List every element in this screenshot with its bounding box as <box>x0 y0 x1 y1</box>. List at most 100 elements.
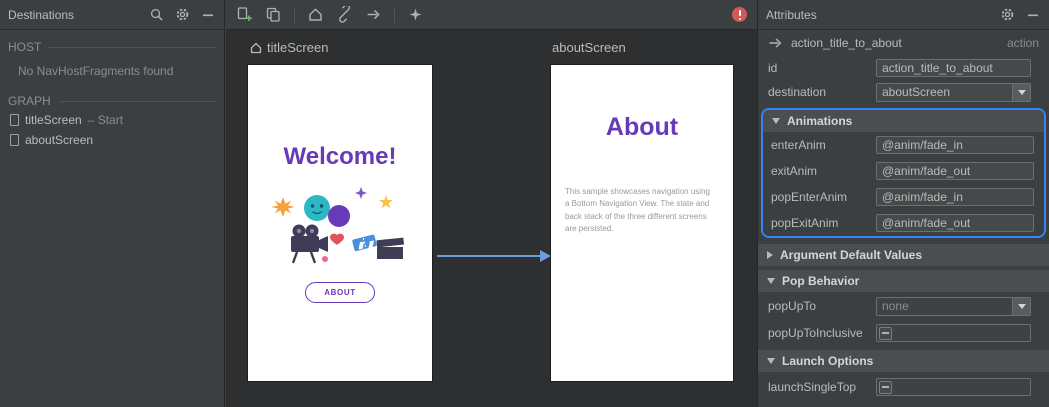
search-icon[interactable] <box>148 7 164 23</box>
enteranim-row: enterAnim <box>763 132 1044 158</box>
action-type: action <box>1006 36 1039 50</box>
auto-arrange-icon[interactable] <box>407 6 424 23</box>
titlescreen-preview[interactable]: Welcome! ABOUT <box>248 65 432 381</box>
start-home-icon <box>250 42 262 53</box>
aboutscreen-preview[interactable]: About This sample showcases navigation u… <box>551 65 733 381</box>
attributes-header-icons <box>999 7 1041 23</box>
animations-section-header[interactable]: Animations <box>763 110 1044 132</box>
popuptoinclusive-row: popUpToInclusive <box>758 320 1049 346</box>
popenteranim-row: popEnterAnim <box>763 184 1044 210</box>
indeterminate-dash <box>882 386 889 388</box>
expand-triangle-icon <box>767 251 773 259</box>
popexitanim-input[interactable] <box>876 214 1034 232</box>
launch-options-section-header[interactable]: Launch Options <box>758 350 1049 372</box>
about-heading: About <box>605 113 679 141</box>
destination-row: destination aboutScreen <box>758 80 1049 104</box>
indeterminate-checkbox[interactable] <box>879 326 892 340</box>
id-row: id <box>758 56 1049 80</box>
chevron-down-icon <box>1012 83 1030 101</box>
collapse-triangle-icon <box>767 278 775 284</box>
launchsingletop-label: launchSingleTop <box>768 380 857 394</box>
argument-defaults-section-header[interactable]: Argument Default Values <box>758 244 1049 266</box>
popexitanim-label: popExitAnim <box>771 216 839 230</box>
titlescreen-label[interactable]: titleScreen <box>250 40 328 55</box>
exitanim-label: exitAnim <box>771 164 818 178</box>
collapse-triangle-icon <box>767 358 775 364</box>
chevron-down-icon <box>1012 297 1030 315</box>
minimize-icon[interactable] <box>200 7 216 23</box>
duplicate-icon[interactable] <box>265 6 282 23</box>
action-name: action_title_to_about <box>791 36 902 50</box>
id-input[interactable] <box>876 59 1031 77</box>
action-arrow-icon[interactable] <box>365 6 382 23</box>
graph-rule <box>58 100 216 102</box>
gear-icon[interactable] <box>999 7 1015 23</box>
popuptoinclusive-field[interactable] <box>876 324 1031 342</box>
deep-link-icon[interactable] <box>336 6 353 23</box>
home-icon[interactable] <box>307 6 324 23</box>
attributes-panel: Attributes action_title_to_about action … <box>757 0 1049 407</box>
popupto-dropdown[interactable]: none <box>876 296 1031 316</box>
popenteranim-input[interactable] <box>876 188 1034 206</box>
id-label: id <box>768 61 778 75</box>
toolbar-separator <box>294 6 295 23</box>
destination-dropdown[interactable]: aboutScreen <box>876 82 1031 102</box>
navigation-editor: Destinations HOST No NavHostFragments fo… <box>0 0 1049 407</box>
about-button[interactable]: ABOUT <box>305 282 375 303</box>
popenteranim-label: popEnterAnim <box>771 190 848 204</box>
selected-action-row: action_title_to_about action <box>758 30 1049 56</box>
minimize-icon[interactable] <box>1025 7 1041 23</box>
attributes-title: Attributes <box>766 7 817 22</box>
aboutscreen-label-text: aboutScreen <box>552 40 626 55</box>
popexitanim-row: popExitAnim <box>763 210 1044 236</box>
popupto-value: none <box>882 299 909 313</box>
host-section-text: HOST <box>8 40 42 54</box>
graph-item-suffix: – Start <box>87 113 124 127</box>
host-rule <box>49 46 216 48</box>
graph-item-titlescreen[interactable]: titleScreen – Start <box>0 110 224 130</box>
pop-behavior-section-header[interactable]: Pop Behavior <box>758 270 1049 292</box>
destination-screen-icon <box>10 134 19 146</box>
launchsingletop-row: launchSingleTop <box>758 372 1049 402</box>
animations-section-title: Animations <box>787 114 853 128</box>
exitanim-input[interactable] <box>876 162 1034 180</box>
canvas-surface[interactable]: titleScreen Welcome! ABOUT aboutScreen A… <box>226 30 757 407</box>
gear-icon[interactable] <box>174 7 190 23</box>
launchsingletop-field[interactable] <box>876 378 1031 396</box>
destination-screen-icon <box>10 114 19 126</box>
toolbar-separator <box>394 6 395 23</box>
graph-item-label: titleScreen <box>25 113 82 127</box>
launch-options-title: Launch Options <box>782 354 874 368</box>
indeterminate-checkbox[interactable] <box>879 380 892 394</box>
add-destination-icon[interactable] <box>236 6 253 23</box>
host-section-label: HOST <box>0 30 224 56</box>
destinations-header-icons <box>148 7 216 23</box>
animations-highlight-box: Animations enterAnim exitAnim popEnterAn… <box>761 108 1046 238</box>
argument-defaults-title: Argument Default Values <box>780 248 923 262</box>
graph-item-aboutscreen[interactable]: aboutScreen <box>0 130 224 150</box>
popuptoinclusive-label: popUpToInclusive <box>768 326 863 340</box>
error-dot <box>738 17 741 20</box>
popupto-row: popUpTo none <box>758 292 1049 320</box>
destination-value: aboutScreen <box>882 85 951 99</box>
graph-item-label: aboutScreen <box>25 133 94 147</box>
toolbar-right <box>732 7 747 22</box>
error-bar <box>738 10 741 16</box>
aboutscreen-label[interactable]: aboutScreen <box>552 40 626 55</box>
host-empty-message: No NavHostFragments found <box>18 64 174 78</box>
welcome-heading: Welcome! <box>283 143 397 170</box>
design-canvas: titleScreen Welcome! ABOUT aboutScreen A… <box>226 0 757 407</box>
action-arrow[interactable] <box>436 248 552 264</box>
titlescreen-label-text: titleScreen <box>267 40 329 55</box>
destinations-panel: Destinations HOST No NavHostFragments fo… <box>0 0 225 407</box>
enteranim-label: enterAnim <box>771 138 826 152</box>
canvas-toolbar <box>226 0 757 30</box>
pop-behavior-title: Pop Behavior <box>782 274 860 288</box>
graph-section-text: GRAPH <box>8 94 51 108</box>
destinations-title: Destinations <box>8 7 75 22</box>
attributes-header: Attributes <box>758 0 1049 30</box>
error-icon[interactable] <box>732 7 747 22</box>
collapse-triangle-icon <box>772 118 780 124</box>
graph-section-label: GRAPH <box>0 84 224 110</box>
enteranim-input[interactable] <box>876 136 1034 154</box>
